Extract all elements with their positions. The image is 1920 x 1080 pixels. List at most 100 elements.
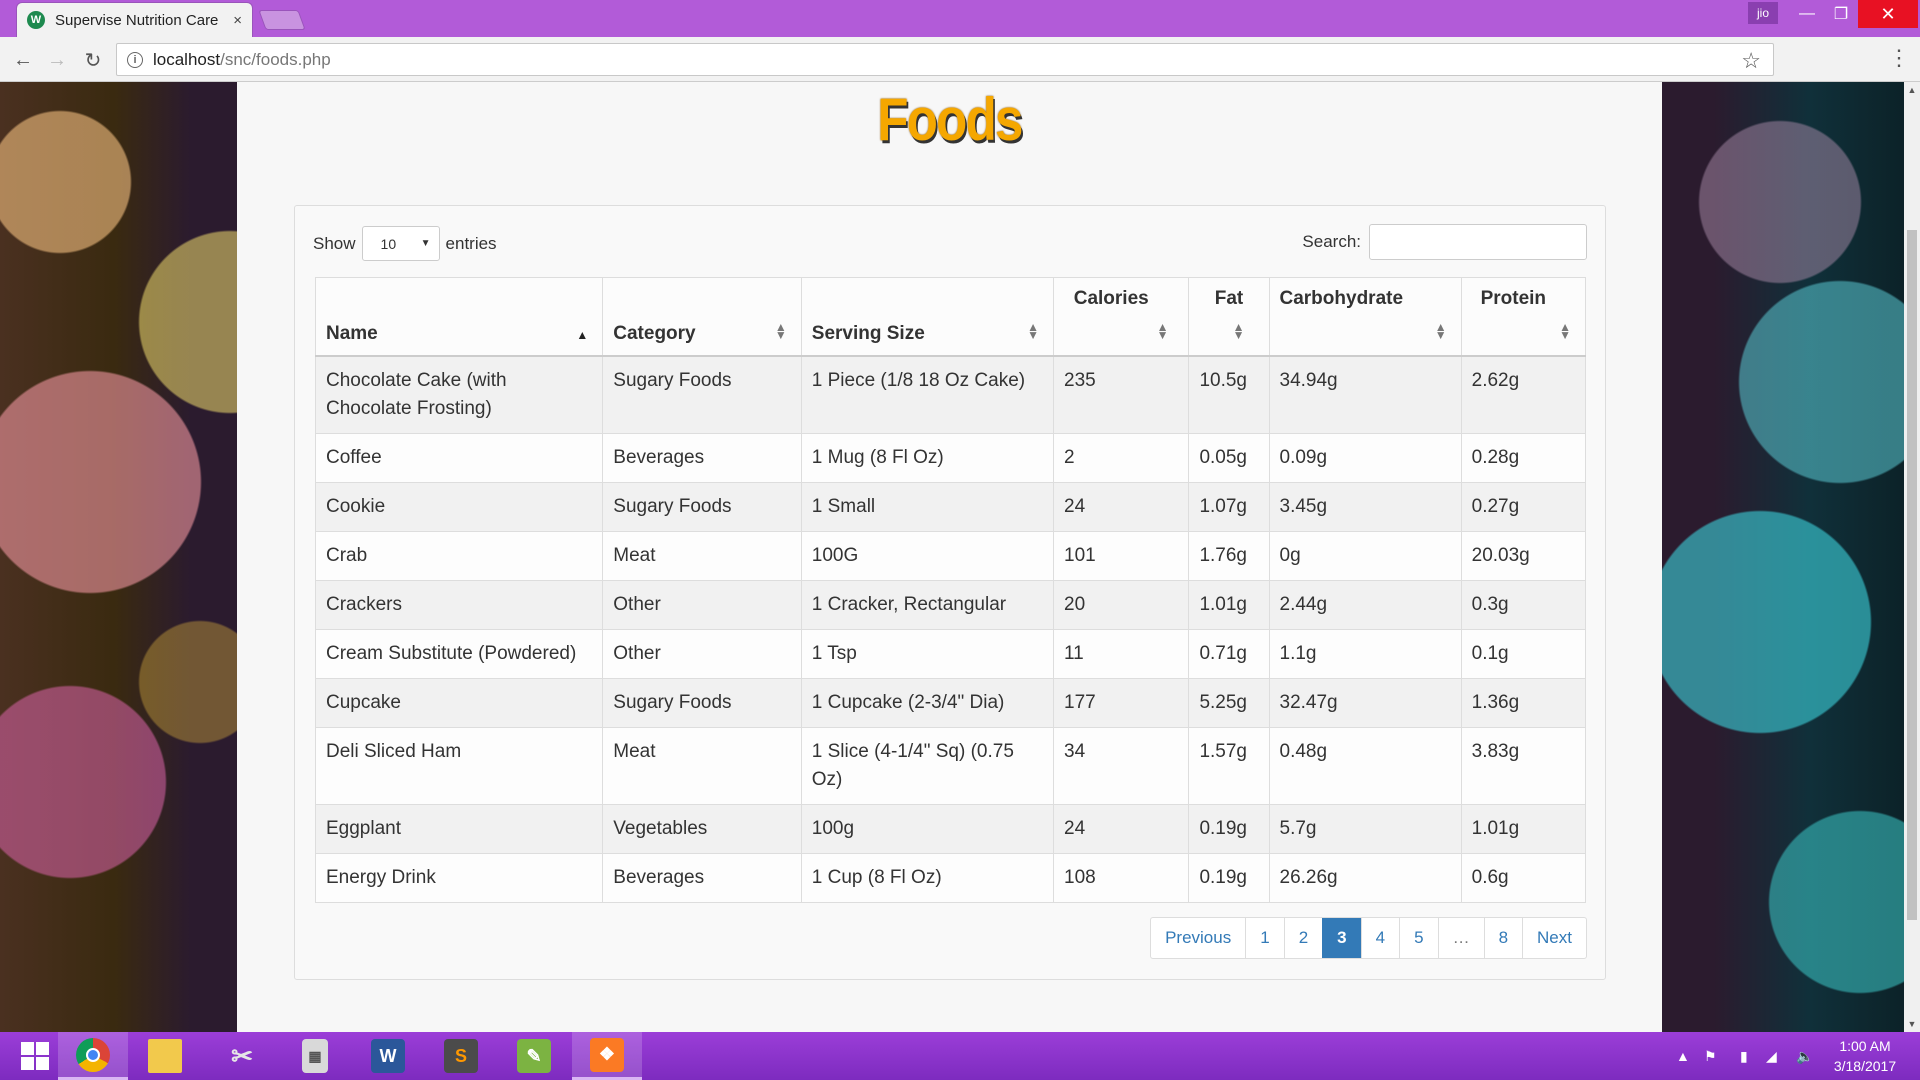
table-cell: 11 (1053, 628, 1190, 679)
table-cell: 24 (1053, 803, 1190, 854)
table-cell: 3.83g (1460, 726, 1587, 805)
table-row: Coffee Beverages 1 Mug (8 Fl Oz) 2 0.05g 0.09… (314, 432, 1587, 483)
table-cell: 3.45g (1268, 481, 1462, 532)
table-cell: 34.94g (1268, 355, 1462, 434)
taskbar-file-explorer[interactable] (130, 1032, 200, 1080)
table-cell: 10.5g (1188, 355, 1270, 434)
table-cell: 1 Piece (1/8 18 Oz Cake) (800, 355, 1055, 434)
close-window-button[interactable]: ✕ (1858, 0, 1918, 28)
page-button-5[interactable]: 5 (1399, 918, 1437, 958)
scroll-up-icon[interactable]: ▲ (1904, 82, 1920, 98)
reload-icon[interactable]: ↻ (78, 45, 108, 75)
column-header-calories[interactable]: Calories ▲ ▼ (1053, 277, 1190, 357)
page-scrollbar[interactable]: ▲ ▼ (1904, 82, 1920, 1032)
page-button-3[interactable]: 3 (1322, 918, 1361, 958)
table-row: Chocolate Cake (with Chocolate Frosting)… (314, 355, 1587, 434)
network-signal-icon[interactable]: ◢ (1766, 1032, 1777, 1080)
maximize-button[interactable]: ❐ (1822, 0, 1860, 28)
taskbar-xampp[interactable]: ❖ (572, 1032, 642, 1080)
back-icon[interactable]: ← (8, 45, 38, 75)
table-cell: 0.28g (1460, 432, 1587, 483)
browser-tab[interactable]: W Supervise Nutrition Care × (16, 2, 253, 37)
show-hidden-icons-icon[interactable]: ▲ (1676, 1032, 1690, 1080)
new-tab-button[interactable] (258, 10, 306, 30)
page-title: Foods (877, 86, 1023, 153)
column-header-label: Calories (1073, 288, 1149, 309)
battery-icon[interactable]: ▮ (1740, 1032, 1748, 1080)
page-button-8[interactable]: 8 (1483, 918, 1522, 958)
info-icon[interactable]: i (127, 51, 143, 68)
table-cell: 20.03g (1460, 530, 1587, 581)
table-cell: 1.57g (1188, 726, 1270, 805)
taskbar-sublime-text[interactable]: S (426, 1032, 496, 1080)
column-header-carbohydrate[interactable]: Carbohydrate ▲ ▼ (1268, 277, 1462, 357)
column-header-name[interactable]: Name ▲ (314, 277, 604, 357)
calculator-icon: ▦ (302, 1039, 328, 1073)
table-cell: Cupcake (314, 677, 604, 728)
taskbar-calculator[interactable]: ▦ (280, 1032, 350, 1080)
scrollbar-thumb[interactable] (1907, 230, 1917, 920)
table-cell: 5.7g (1268, 803, 1462, 854)
table-cell: 34 (1053, 726, 1190, 805)
column-header-fat[interactable]: Fat ▲ ▼ (1188, 277, 1270, 357)
column-header-serving-size[interactable]: Serving Size ▲ ▼ (800, 277, 1055, 357)
bookmark-star-icon[interactable]: ☆ (1741, 48, 1761, 74)
taskbar-chrome[interactable] (58, 1032, 128, 1080)
profile-button[interactable]: jio (1748, 2, 1778, 24)
taskbar-clock[interactable]: 1:00 AM 3/18/2017 (1820, 1036, 1910, 1076)
table-cell: 1 Slice (4-1/4" Sq) (0.75 Oz) (800, 726, 1055, 805)
table-cell: 100G (800, 530, 1055, 581)
sort-icon: ▲ ▼ (1156, 319, 1169, 342)
table-cell: 1 Cup (8 Fl Oz) (800, 852, 1055, 903)
page-button-2[interactable]: 2 (1283, 918, 1322, 958)
entries-select[interactable]: 10 ▼ (361, 226, 440, 261)
volume-icon[interactable]: 🔈 (1796, 1032, 1813, 1080)
table-cell: 5.25g (1188, 677, 1270, 728)
browser-menu-icon[interactable]: ⋮ (1888, 45, 1910, 71)
taskbar-snipping-tool[interactable]: ✂ (207, 1032, 277, 1080)
table-cell: Beverages (602, 852, 802, 903)
search-input[interactable] (1369, 224, 1587, 260)
forward-icon[interactable]: → (42, 45, 72, 75)
url-host: localhost (153, 49, 221, 69)
address-bar[interactable]: i localhost/snc/foods.php ☆ (116, 43, 1774, 76)
column-header-label: Protein (1480, 288, 1547, 309)
table-cell: 177 (1053, 677, 1190, 728)
table-cell: 1 Cupcake (2-3/4" Dia) (800, 677, 1055, 728)
sort-icon: ▲ ▼ (1434, 319, 1447, 342)
column-header-protein[interactable]: Protein ▲ ▼ (1460, 277, 1587, 357)
table-cell: 0.19g (1188, 852, 1270, 903)
table-cell: 1 Mug (8 Fl Oz) (800, 432, 1055, 483)
table-cell: 108 (1053, 852, 1190, 903)
xampp-icon: ❖ (590, 1037, 624, 1072)
table-cell: 101 (1053, 530, 1190, 581)
taskbar-word[interactable]: W (353, 1032, 423, 1080)
page-button-1[interactable]: 1 (1245, 918, 1283, 958)
table-cell: 0.19g (1188, 803, 1270, 854)
pagination: Previous 1 2 3 4 5… 8 Next (1150, 917, 1587, 959)
column-header-category[interactable]: Category ▲ ▼ (602, 277, 802, 357)
minimize-button[interactable]: — (1788, 0, 1826, 28)
previous-page-button[interactable]: Previous (1151, 918, 1245, 958)
entries-length-control: Show 10 ▼ entries (313, 226, 497, 261)
table-cell: 2 (1053, 432, 1190, 483)
scroll-down-icon[interactable]: ▼ (1904, 1016, 1920, 1032)
taskbar: ✂ ▦ W S ✎ ❖ ▲ ⚑ ▮ ◢ 🔈 1:00 AM 3/18/2017 (0, 1032, 1920, 1080)
table-row: Crackers Other 1 Cracker, Rectangular 20 1.0… (314, 579, 1587, 630)
table-cell: Meat (602, 530, 802, 581)
taskbar-notepad[interactable]: ✎ (499, 1032, 569, 1080)
sort-icon: ▲ ▼ (1027, 319, 1040, 342)
table-cell: 32.47g (1268, 677, 1462, 728)
tab-title: Supervise Nutrition Care (55, 11, 219, 29)
table-row: Eggplant Vegetables 100g 24 0.19g 5.7g 1.01g (314, 803, 1587, 854)
pagination-ellipsis[interactable]: … (1437, 918, 1484, 958)
action-flag-icon[interactable]: ⚑ (1704, 1032, 1717, 1080)
search-label: Search: (1302, 232, 1361, 251)
page-button-4[interactable]: 4 (1360, 918, 1399, 958)
next-page-button[interactable]: Next (1522, 918, 1586, 958)
column-header-label: Serving Size (811, 322, 925, 344)
url-text: localhost/snc/foods.php (153, 50, 331, 70)
table-cell: 100g (800, 803, 1055, 854)
tab-close-icon[interactable]: × (233, 12, 242, 29)
foods-table: Name ▲ Category ▲ ▼ Serving Size ▲ ▼ Calories… (314, 277, 1587, 903)
